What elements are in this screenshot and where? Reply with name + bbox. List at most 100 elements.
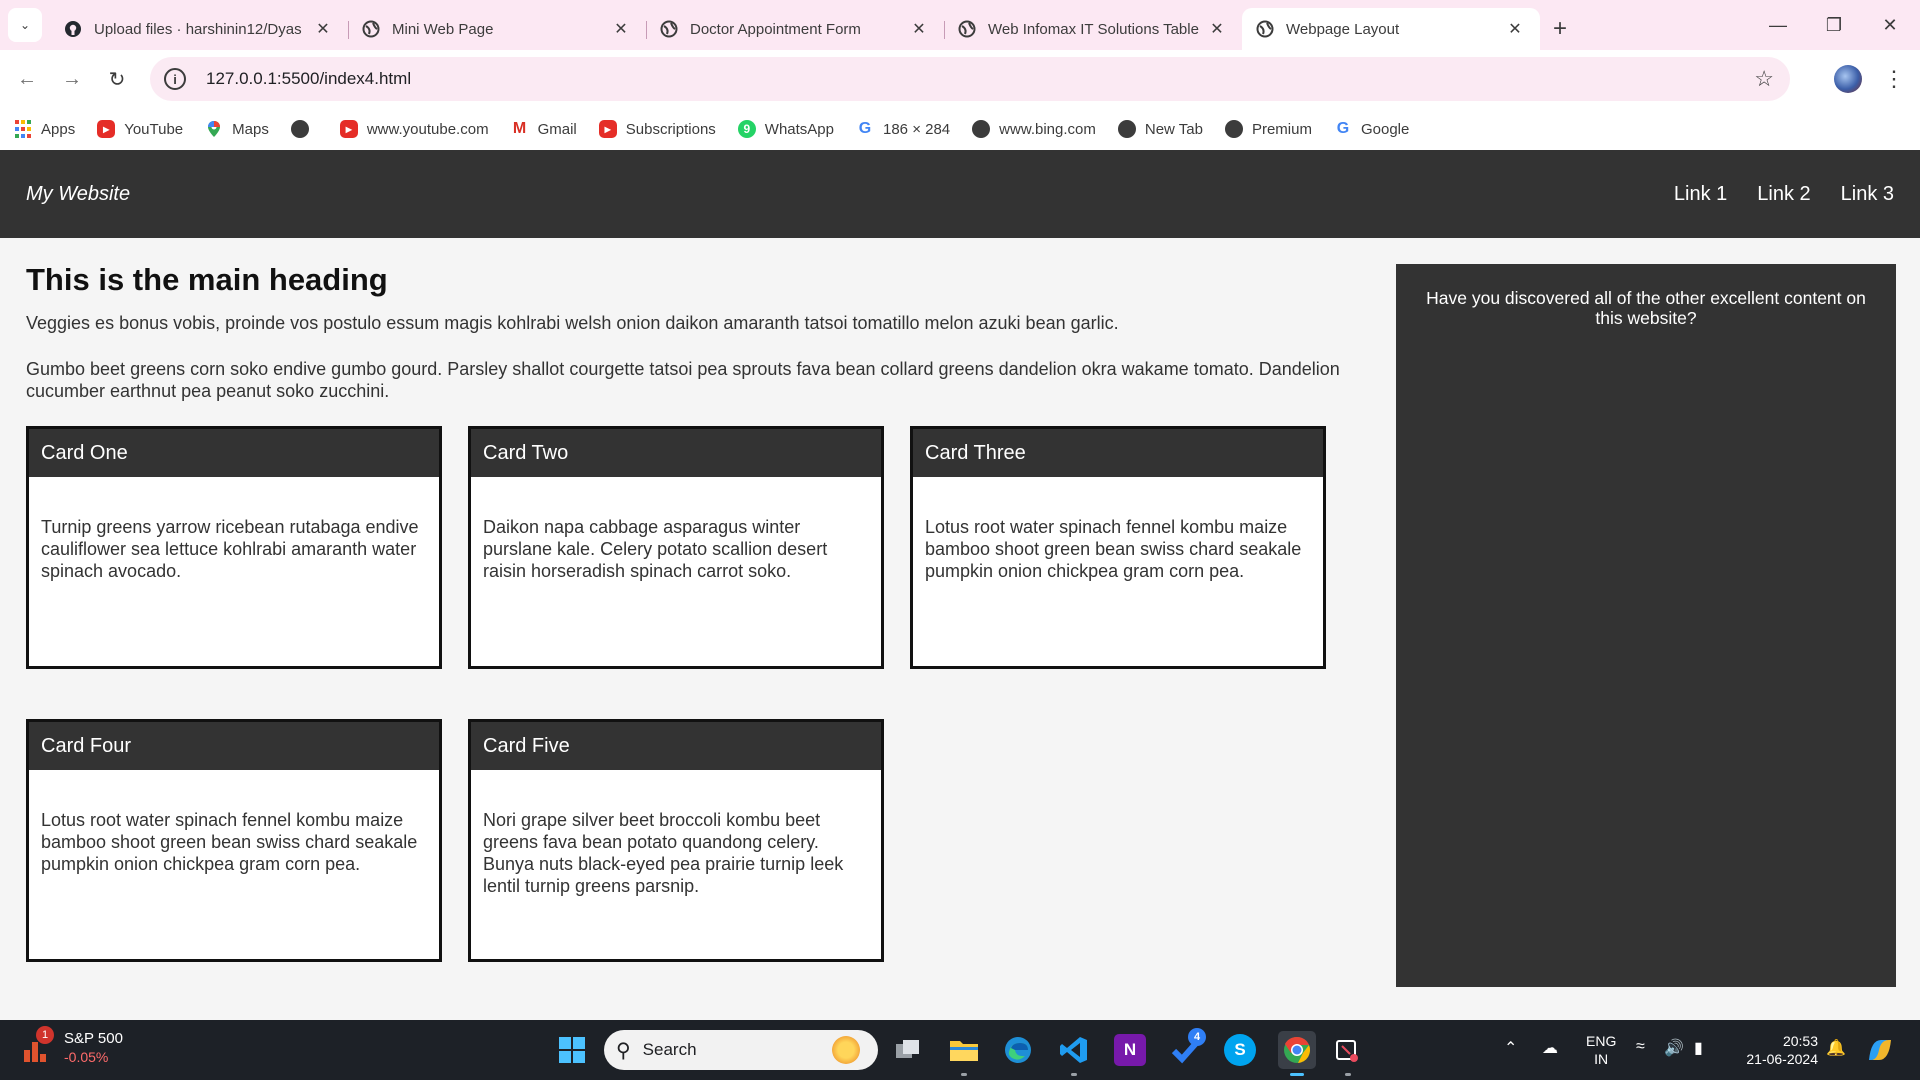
maps-icon xyxy=(205,120,223,138)
search-icon: ⚲ xyxy=(616,1039,631,1062)
bookmark-gmail[interactable]: M Gmail xyxy=(511,120,577,138)
bookmark-youtube-com[interactable]: ▶ www.youtube.com xyxy=(339,120,489,138)
date: 21-06-2024 xyxy=(1746,1051,1818,1067)
browser-tab[interactable]: Doctor Appointment Form ✕ xyxy=(646,8,944,50)
aside-text: Have you discovered all of the other exc… xyxy=(1426,288,1866,328)
bookmark-maps[interactable]: Maps xyxy=(205,120,269,138)
bookmark-bing[interactable]: www.bing.com xyxy=(972,120,1096,138)
nav-link-2[interactable]: Link 2 xyxy=(1757,183,1810,206)
wifi-icon[interactable]: ≈ xyxy=(1636,1038,1645,1056)
bookmark-new-tab[interactable]: New Tab xyxy=(1117,120,1203,138)
close-icon[interactable]: ✕ xyxy=(908,19,930,39)
star-icon[interactable]: ☆ xyxy=(1754,66,1774,92)
google-icon: G xyxy=(1336,120,1350,137)
forward-button[interactable]: → xyxy=(55,62,89,96)
browser-toolbar: ← → ↻ i 127.0.0.1:5500/index4.html ☆ ⋮ xyxy=(0,50,1920,108)
card-text: Daikon napa cabbage asparagus winter pur… xyxy=(483,517,828,581)
bookmark-globe[interactable] xyxy=(290,120,318,138)
nav-link-3[interactable]: Link 3 xyxy=(1841,183,1894,206)
globe-icon xyxy=(1117,120,1136,138)
tab-title: Upload files · harshinin12/Dyas xyxy=(94,20,302,38)
snipping-tool-button[interactable] xyxy=(1332,1034,1364,1066)
file-explorer-button[interactable] xyxy=(948,1034,980,1066)
browser-tab-active[interactable]: Webpage Layout ✕ xyxy=(1242,8,1540,50)
restore-button[interactable]: ❐ xyxy=(1806,0,1862,50)
bookmark-subscriptions[interactable]: ▶ Subscriptions xyxy=(598,120,716,138)
onenote-button[interactable]: N xyxy=(1114,1034,1146,1066)
plus-icon: + xyxy=(1552,15,1567,42)
bookmark-google-image[interactable]: G 186 × 284 xyxy=(856,120,950,138)
edge-button[interactable] xyxy=(1002,1034,1034,1066)
language-indicator[interactable]: ENG IN xyxy=(1586,1032,1616,1068)
volume-icon[interactable]: 🔊 xyxy=(1664,1038,1684,1058)
chrome-button[interactable] xyxy=(1278,1031,1316,1069)
card-title: Card Two xyxy=(471,429,881,477)
card: Card Five Nori grape silver beet broccol… xyxy=(468,719,884,962)
bookmark-apps[interactable]: Apps xyxy=(14,120,75,138)
globe-icon xyxy=(362,20,380,38)
tab-search-button[interactable]: ⌄ xyxy=(8,8,42,42)
stock-widget[interactable]: 1 S&P 500 -0.05% xyxy=(22,1026,123,1066)
bookmark-youtube[interactable]: ▶ YouTube xyxy=(97,120,183,138)
taskbar-search[interactable]: ⚲ Search xyxy=(604,1030,878,1070)
nav-link-1[interactable]: Link 1 xyxy=(1674,183,1727,206)
notification-bell-icon[interactable]: 🔔 xyxy=(1826,1038,1846,1058)
copilot-icon xyxy=(1869,1040,1891,1060)
sidebar-aside: Have you discovered all of the other exc… xyxy=(1396,264,1896,987)
card-grid: Card One Turnip greens yarrow ricebean r… xyxy=(26,426,1346,962)
chrome-icon xyxy=(1284,1036,1311,1063)
bookmark-google[interactable]: G Google xyxy=(1334,120,1410,138)
new-tab-button[interactable]: + xyxy=(1540,8,1580,50)
browser-tab[interactable]: Mini Web Page ✕ xyxy=(348,8,646,50)
card-title: Card Four xyxy=(29,722,439,770)
bookmark-label: Gmail xyxy=(537,120,577,138)
clock[interactable]: 20:53 21-06-2024 xyxy=(1738,1032,1818,1068)
restore-icon: ❐ xyxy=(1825,14,1843,35)
site-logo[interactable]: My Website xyxy=(26,183,130,206)
close-icon: ✕ xyxy=(1882,14,1898,35)
bookmark-label: 186 × 284 xyxy=(883,120,951,138)
skype-button[interactable]: S xyxy=(1224,1034,1256,1066)
card-title: Card Five xyxy=(471,722,881,770)
close-icon[interactable]: ✕ xyxy=(312,19,334,39)
close-window-button[interactable]: ✕ xyxy=(1862,0,1918,50)
browser-tab[interactable]: Web Infomax IT Solutions Table ✕ xyxy=(944,8,1242,50)
copilot-button[interactable] xyxy=(1864,1034,1896,1066)
close-icon[interactable]: ✕ xyxy=(1504,19,1526,39)
vscode-button[interactable] xyxy=(1058,1034,1090,1066)
address-bar[interactable]: i 127.0.0.1:5500/index4.html ☆ xyxy=(150,57,1790,101)
info-icon[interactable]: i xyxy=(164,68,186,90)
url-text[interactable]: 127.0.0.1:5500/index4.html xyxy=(206,69,411,89)
onedrive-cloud-icon[interactable]: ☁ xyxy=(1542,1038,1558,1058)
close-icon[interactable]: ✕ xyxy=(1206,19,1228,39)
chevron-up-icon[interactable]: ⌃ xyxy=(1504,1038,1517,1058)
battery-icon[interactable]: ▮ xyxy=(1694,1038,1703,1058)
bookmark-label: WhatsApp xyxy=(764,120,834,138)
bookmark-label: YouTube xyxy=(124,120,184,138)
browser-tab-strip: ⌄ Upload files · harshinin12/Dyas ✕ Mini… xyxy=(0,0,1920,50)
browser-tab[interactable]: Upload files · harshinin12/Dyas ✕ xyxy=(50,8,348,50)
menu-button[interactable]: ⋮ xyxy=(1880,62,1908,96)
stock-change: -0.05% xyxy=(64,1049,109,1065)
back-button[interactable]: ← xyxy=(10,62,44,96)
profile-avatar[interactable] xyxy=(1834,65,1862,93)
bookmark-premium[interactable]: Premium xyxy=(1224,120,1312,138)
youtube-icon: ▶ xyxy=(339,120,358,138)
task-view-button[interactable] xyxy=(892,1034,924,1066)
minimize-button[interactable]: — xyxy=(1750,0,1806,50)
stock-name: S&P 500 xyxy=(64,1030,123,1047)
start-button[interactable] xyxy=(556,1034,588,1066)
google-icon: G xyxy=(858,120,872,137)
vscode-icon xyxy=(1060,1037,1087,1063)
bookmark-whatsapp[interactable]: 9 WhatsApp xyxy=(737,120,834,138)
close-icon[interactable]: ✕ xyxy=(610,19,632,39)
bookmark-label: Google xyxy=(1360,120,1410,138)
globe-icon xyxy=(1224,120,1243,138)
bookmarks-bar: Apps ▶ YouTube Maps ▶ www.youtube.com M … xyxy=(0,108,1920,150)
todo-button[interactable]: 4 xyxy=(1170,1028,1206,1066)
youtube-icon: ▶ xyxy=(598,120,617,138)
stock-chart-icon: 1 xyxy=(22,1026,54,1064)
reload-button[interactable]: ↻ xyxy=(100,62,134,96)
reload-icon: ↻ xyxy=(108,68,126,91)
card: Card Two Daikon napa cabbage asparagus w… xyxy=(468,426,884,669)
